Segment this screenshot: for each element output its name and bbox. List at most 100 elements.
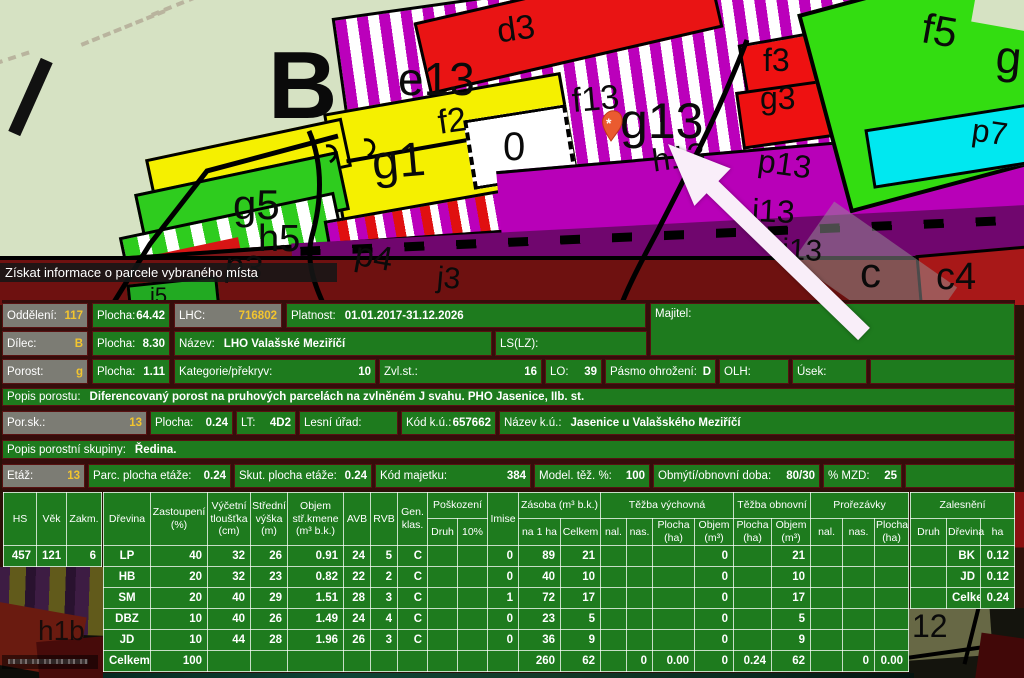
col-group-zasoba: Zásoba (m³ b.k.) <box>519 493 601 519</box>
table-row: SM2040291.51283C17217017 <box>104 588 909 609</box>
map-label-c: c <box>860 252 881 294</box>
table-cell: 32 <box>208 567 251 588</box>
field-popis-skupiny: Popis porostní skupiny:Ředina. <box>2 440 1015 459</box>
table-cell: 40 <box>151 546 208 567</box>
table-cell <box>458 546 488 567</box>
field-usek: Úsek: <box>792 359 867 384</box>
field-value: 1.11 <box>143 366 165 378</box>
table-cell: 17 <box>772 588 811 609</box>
table-cell <box>458 609 488 630</box>
stand-summary-body: 4571216 <box>4 546 102 567</box>
field-value: g <box>76 366 83 378</box>
map-label-f13: f13 <box>571 80 621 118</box>
col-header-druh: Druh <box>911 519 947 546</box>
field-skut-plocha: Skut. plocha etáže: 0.24 <box>234 464 372 488</box>
table-row: Celkem:1002606200.0000.246200.00 <box>104 651 909 672</box>
table-cell <box>911 567 947 588</box>
field-empty-r3 <box>870 359 1015 384</box>
field-label: Plocha: <box>155 417 193 429</box>
field-label: Parc. plocha etáže: <box>93 470 191 482</box>
map-dashed-boundary <box>151 0 197 17</box>
table-cell: Celkem: <box>104 651 151 672</box>
field-label: Název k.ú.: <box>504 417 562 429</box>
field-value: 4D2 <box>270 417 291 429</box>
field-pasmo: Pásmo ohrožení:D <box>605 359 716 384</box>
field-label: Kód majetku: <box>380 470 447 482</box>
table-cell: 5 <box>371 546 398 567</box>
field-label: Úsek: <box>797 366 826 378</box>
table-cell <box>458 651 488 672</box>
table-cell <box>601 609 627 630</box>
table-cell <box>288 651 344 672</box>
col-header-objem-m3: Objem (m³) <box>695 519 734 546</box>
table-cell: 0 <box>695 546 734 567</box>
table-cell: 28 <box>251 630 288 651</box>
field-etaz: Etáž:13 <box>2 464 85 488</box>
forest-stand-map[interactable]: B d3 e13 f2 f13 0 g1 g13 h13 g5 h5 p3 p4… <box>0 0 1024 305</box>
table-cell <box>428 630 458 651</box>
table-cell <box>398 651 428 672</box>
col-header-ha: ha <box>981 519 1015 546</box>
table-cell: 26 <box>344 630 371 651</box>
map-label-e13: e13 <box>398 56 475 102</box>
col-header-plocha-ha: Plocha (ha) <box>875 519 909 546</box>
table-cell: 20 <box>151 588 208 609</box>
table-cell: C <box>398 546 428 567</box>
col-header-vycetni: Výčetní tloušťka (cm) <box>208 493 251 546</box>
table-cell: 17 <box>561 588 601 609</box>
map-label-f2: f2 <box>436 102 469 140</box>
field-value: 117 <box>64 310 83 322</box>
table-cell: 23 <box>251 567 288 588</box>
field-lo: LO:39 <box>545 359 602 384</box>
table-cell <box>601 651 627 672</box>
map-label-f3: f3 <box>763 44 790 76</box>
field-value: 0.24 <box>204 470 226 482</box>
table-cell: DBZ <box>104 609 151 630</box>
field-value: 716802 <box>239 310 277 322</box>
field-label: Plocha: <box>97 310 135 322</box>
table-cell: 3 <box>371 630 398 651</box>
col-header-na1ha: na 1 ha <box>519 519 561 546</box>
table-cell: 9 <box>772 630 811 651</box>
table-cell: 0.82 <box>288 567 344 588</box>
table-cell: 26 <box>251 546 288 567</box>
table-cell <box>428 588 458 609</box>
map-label-c4: c4 <box>936 258 976 296</box>
zalesneni-body: BK0.12JD0.12Celkem:0.24 <box>911 546 1015 609</box>
map-label-g3: g3 <box>760 82 796 114</box>
col-header-nal: nal. <box>811 519 843 546</box>
table-cell: BK <box>947 546 981 567</box>
table-cell: 36 <box>519 630 561 651</box>
field-value: 64.42 <box>136 310 165 322</box>
table-cell <box>843 630 875 651</box>
field-kategorie: Kategorie/překryv:10 <box>174 359 376 384</box>
field-plocha-porsk: Plocha:0.24 <box>150 411 233 435</box>
table-row: 4571216 <box>4 546 102 567</box>
field-lt: LT:4D2 <box>236 411 296 435</box>
col-header-10pct: 10% <box>458 519 488 546</box>
field-label: Platnost: <box>291 310 336 322</box>
field-label: Skut. plocha etáže: <box>239 470 337 482</box>
table-cell <box>734 609 772 630</box>
table-cell <box>875 567 909 588</box>
field-empty-r7 <box>905 464 1015 488</box>
table-cell <box>811 588 843 609</box>
table-cell: 1 <box>488 588 519 609</box>
table-cell: 0.24 <box>981 588 1015 609</box>
table-row: DBZ1040261.49244C023505 <box>104 609 909 630</box>
table-cell: 0 <box>627 651 653 672</box>
table-cell: 100 <box>151 651 208 672</box>
field-zvl-st: Zvl.st.:16 <box>379 359 542 384</box>
table-cell <box>734 588 772 609</box>
table-cell: 9 <box>561 630 601 651</box>
col-header-imise: Imise <box>488 493 519 546</box>
field-value: 0.24 <box>345 470 367 482</box>
table-cell <box>734 546 772 567</box>
table-cell <box>875 630 909 651</box>
table-cell <box>734 567 772 588</box>
field-value: Jasenice u Valašského Meziříčí <box>571 417 741 429</box>
table-cell: 1.51 <box>288 588 344 609</box>
table-cell <box>428 651 458 672</box>
map-label-p4: p4 <box>352 237 395 277</box>
col-header-nal: nal. <box>601 519 627 546</box>
